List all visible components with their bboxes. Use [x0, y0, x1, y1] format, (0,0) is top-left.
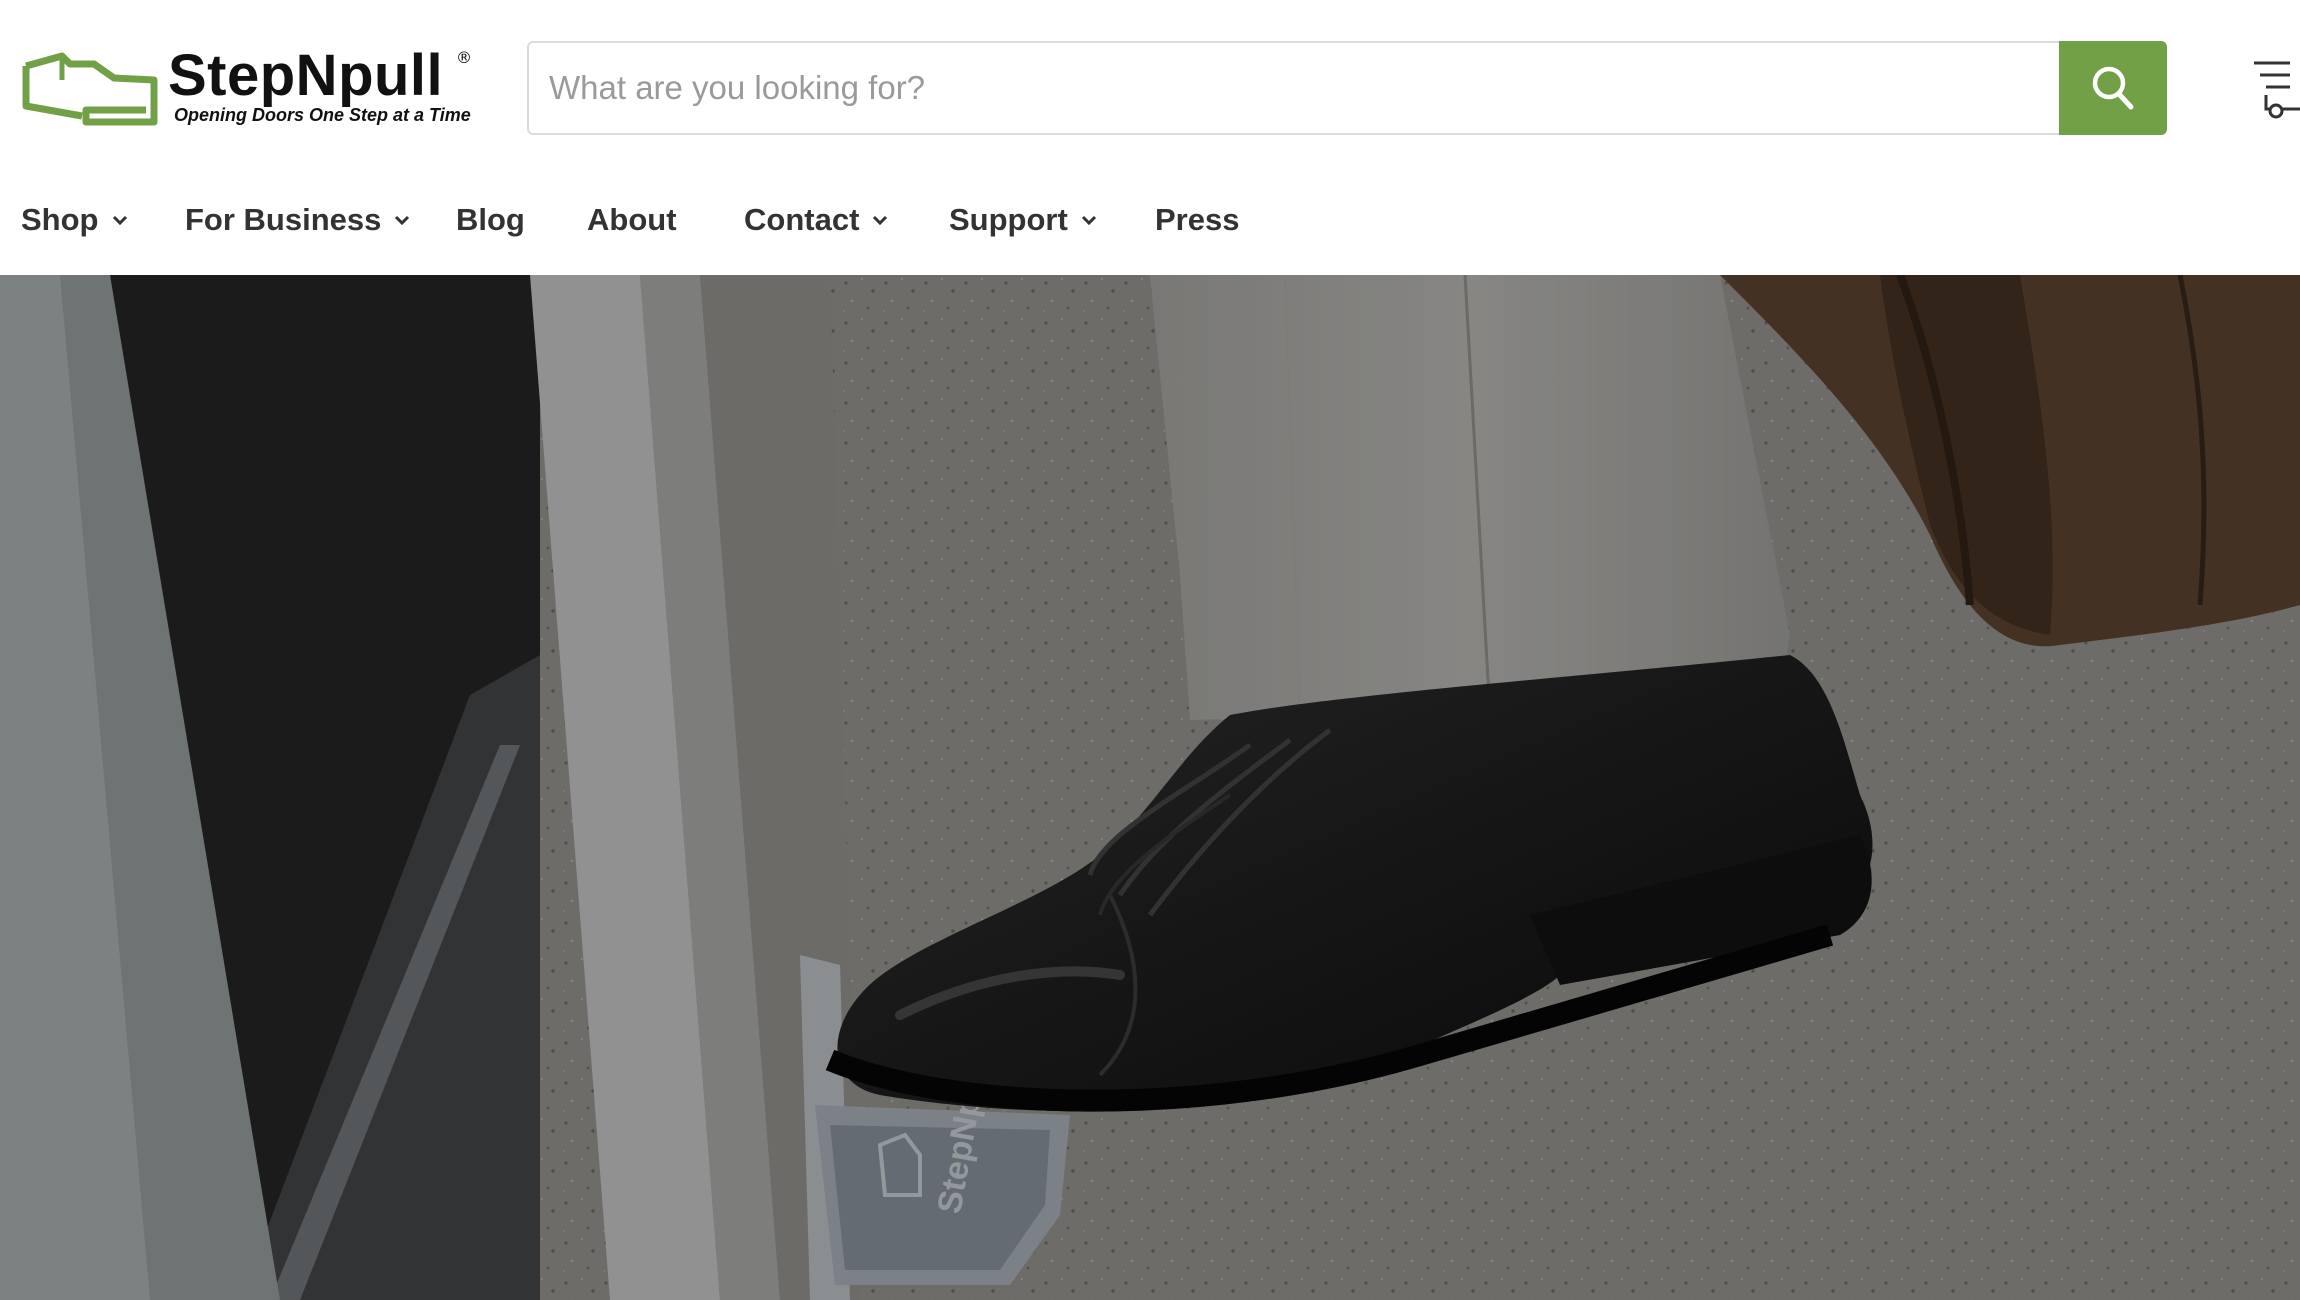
registered-mark: ® [456, 48, 472, 67]
nav-item-label: Blog [456, 202, 525, 237]
nav-item-press[interactable]: Press [1155, 190, 1239, 250]
site-logo[interactable]: StepNpull ® Opening Doors One Step at a … [22, 43, 472, 134]
search-button[interactable] [2059, 41, 2167, 135]
search-input[interactable] [529, 43, 2059, 133]
search-bar [527, 41, 2167, 135]
nav-item-for-business[interactable]: For Business [185, 190, 411, 250]
nav-item-label: Shop [21, 202, 99, 237]
hero-photo: StepNpull [0, 275, 2300, 1300]
search-icon [2092, 66, 2134, 110]
nav-item-support[interactable]: Support [949, 190, 1098, 250]
nav-item-label: Support [949, 202, 1068, 237]
site-header: StepNpull ® Opening Doors One Step at a … [0, 0, 2300, 275]
nav-item-label: Press [1155, 202, 1240, 237]
nav-item-shop[interactable]: Shop [21, 190, 129, 250]
chevron-down-icon [112, 215, 127, 225]
nav-item-label: About [587, 202, 677, 237]
nav-item-contact[interactable]: Contact [744, 190, 889, 250]
chevron-down-icon [1081, 215, 1096, 225]
hero-banner: StepNpull [0, 275, 2300, 1300]
logo-tagline: Opening Doors One Step at a Time [174, 105, 471, 125]
nav-item-label: For Business [185, 202, 382, 237]
door-pull-logo-icon [22, 52, 158, 126]
nav-item-about[interactable]: About [587, 190, 677, 250]
cart-icon[interactable] [2250, 55, 2300, 121]
chevron-down-icon [395, 215, 410, 225]
nav-item-label: Contact [744, 202, 860, 237]
nav-item-blog[interactable]: Blog [456, 190, 525, 250]
chevron-down-icon [873, 215, 888, 225]
logo-brand-name: StepNpull [168, 43, 444, 108]
